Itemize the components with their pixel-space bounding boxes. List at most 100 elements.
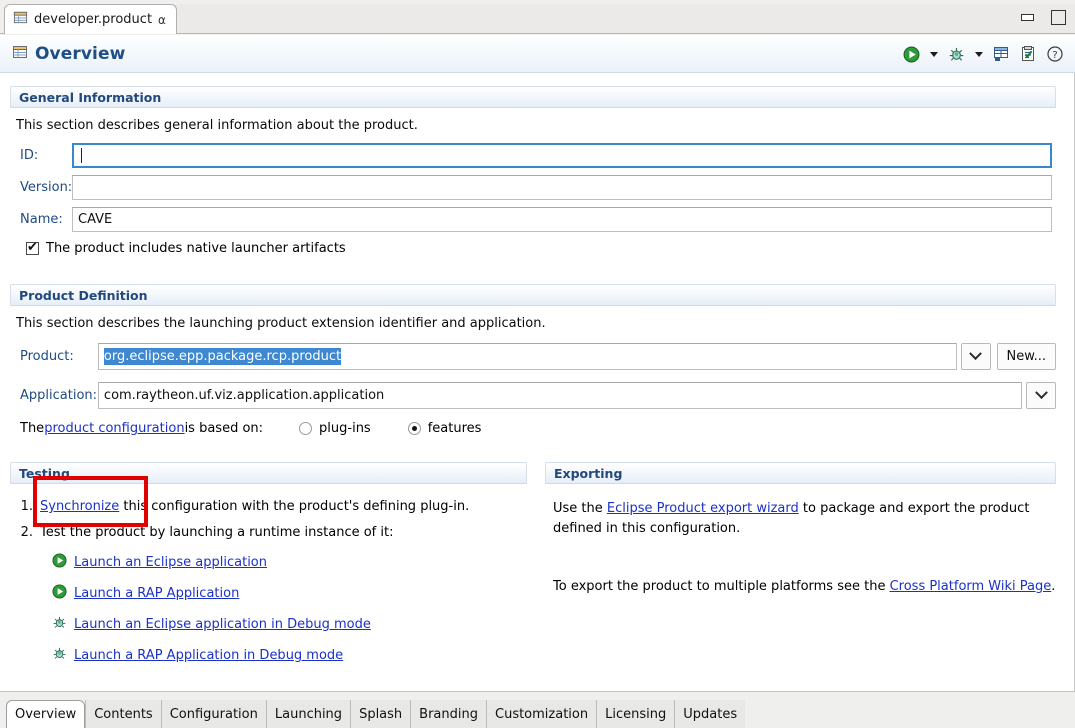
svg-text:?: ?	[1052, 50, 1057, 61]
section-body-testing: 1. Synchronize this configuration with t…	[10, 484, 527, 665]
general-information-description: This section describes general informati…	[16, 118, 418, 133]
maximize-icon[interactable]	[1049, 8, 1066, 25]
field-row-id: ID:	[10, 143, 1056, 168]
tab-overview[interactable]: Overview	[6, 700, 86, 728]
new-product-button[interactable]: New...	[996, 343, 1056, 370]
product-label: Product:	[20, 349, 74, 364]
section-header-product-definition: Product Definition	[10, 284, 1056, 306]
radio-features-label: features	[427, 421, 482, 436]
launch-rap-application-debug-link[interactable]: Launch a RAP Application in Debug mode	[74, 648, 343, 663]
form-layout-icon[interactable]	[989, 42, 1013, 66]
tab-splash[interactable]: Splash	[350, 700, 411, 728]
id-input[interactable]	[72, 143, 1052, 168]
application-combo-value: com.raytheon.uf.viz.application.applicat…	[103, 388, 385, 403]
section-general-information: General Information This section describ…	[10, 86, 1056, 256]
validate-icon[interactable]	[1016, 42, 1040, 66]
debug-icon	[52, 646, 67, 665]
close-icon[interactable]: ⍺	[158, 14, 166, 26]
based-on-prefix: The	[20, 421, 45, 436]
launch-rap-application[interactable]: Launch a RAP Application	[52, 584, 527, 603]
version-input[interactable]	[72, 175, 1052, 200]
export-para1-suffix: to package and export the product	[798, 501, 1030, 516]
name-input[interactable]: CAVE	[72, 207, 1052, 232]
tab-contents[interactable]: Contents	[85, 700, 161, 728]
minimize-icon[interactable]	[1019, 8, 1035, 24]
tab-customization[interactable]: Customization	[486, 700, 597, 728]
step-1-number: 1.	[20, 499, 33, 514]
export-para2-suffix: .	[1051, 579, 1056, 594]
export-para2-prefix: To export the product to multiple platfo…	[553, 579, 890, 594]
debug-icon[interactable]	[944, 42, 968, 66]
page-title: Overview	[35, 43, 126, 64]
page-tab-bar: Overview Contents Configuration Launchin…	[0, 691, 1075, 728]
tab-licensing[interactable]: Licensing	[596, 700, 675, 728]
section-title: Exporting	[554, 465, 623, 481]
application-label: Application:	[20, 388, 98, 403]
launch-rap-application-debug[interactable]: Launch a RAP Application in Debug mode	[52, 646, 527, 665]
editor-tab-label: developer.product	[34, 12, 153, 27]
run-icon[interactable]	[899, 42, 923, 66]
product-combo-input[interactable]: org.eclipse.epp.package.rcp.product	[97, 343, 957, 370]
form-header-toolbar: ?	[899, 35, 1067, 73]
launch-eclipse-application-debug-link[interactable]: Launch an Eclipse application in Debug m…	[74, 617, 371, 632]
section-header-testing: Testing	[10, 462, 527, 484]
product-combo-value: org.eclipse.epp.package.rcp.product	[103, 348, 342, 365]
tab-updates[interactable]: Updates	[674, 700, 746, 728]
section-body-exporting: Use the Eclipse Product export wizard to…	[545, 484, 1056, 597]
synchronize-link[interactable]: Synchronize	[40, 499, 119, 514]
section-testing: Testing 1. Synchronize this configuratio…	[10, 462, 527, 665]
run-dropdown-arrow-icon[interactable]	[926, 42, 941, 66]
field-row-version: Version:	[10, 175, 1056, 200]
help-icon[interactable]: ?	[1043, 42, 1067, 66]
launch-eclipse-application[interactable]: Launch an Eclipse application	[52, 553, 527, 572]
form-header: Overview ?	[0, 35, 1075, 73]
radio-icon-plugins[interactable]	[299, 422, 313, 435]
editor-tab-developer-product[interactable]: developer.product ⍺	[4, 4, 177, 34]
name-input-value: CAVE	[78, 212, 113, 227]
tab-launching[interactable]: Launching	[265, 700, 351, 728]
product-configuration-link[interactable]: product configuration	[44, 421, 184, 436]
field-row-name: Name: CAVE	[10, 207, 1056, 232]
cross-platform-wiki-page-link[interactable]: Cross Platform Wiki Page	[890, 579, 1052, 594]
tab-configuration[interactable]: Configuration	[160, 700, 266, 728]
launch-eclipse-application-link[interactable]: Launch an Eclipse application	[74, 555, 267, 570]
launch-eclipse-application-debug[interactable]: Launch an Eclipse application in Debug m…	[52, 615, 527, 634]
section-title: Product Definition	[19, 287, 148, 303]
section-title: General Information	[19, 89, 162, 105]
native-launcher-checkbox-row[interactable]: The product includes native launcher art…	[10, 240, 1056, 256]
debug-dropdown-arrow-icon[interactable]	[971, 42, 986, 66]
testing-step-2: 2. Test the product by launching a runti…	[16, 525, 527, 540]
application-dropdown-button[interactable]	[1026, 382, 1056, 409]
field-row-product: Product: org.eclipse.epp.package.rcp.pro…	[10, 343, 1056, 370]
product-definition-description: This section describes the launching pro…	[16, 316, 546, 331]
text-caret	[81, 148, 82, 163]
checkbox-icon[interactable]	[26, 240, 39, 255]
chevron-down-icon	[969, 347, 982, 361]
tab-branding[interactable]: Branding	[410, 700, 486, 728]
application-combo-input[interactable]: com.raytheon.uf.viz.application.applicat…	[97, 382, 1023, 409]
step-2-text: Test the product by launching a runtime …	[40, 525, 394, 540]
radio-icon-features[interactable]	[407, 422, 421, 435]
section-body-product-definition: This section describes the launching pro…	[10, 306, 1056, 436]
version-label: Version:	[20, 180, 73, 195]
launch-rap-application-link[interactable]: Launch a RAP Application	[74, 586, 239, 601]
export-para1-prefix: Use the	[553, 501, 607, 516]
radio-features[interactable]: features	[407, 421, 482, 436]
editor-tab-bar: developer.product ⍺	[0, 0, 1075, 34]
native-launcher-checkbox-label: The product includes native launcher art…	[46, 241, 346, 256]
testing-step-1: 1. Synchronize this configuration with t…	[16, 499, 527, 514]
export-para1-line2: defined in this configuration.	[553, 521, 741, 536]
section-title: Testing	[19, 465, 70, 481]
product-dropdown-button[interactable]	[960, 343, 991, 370]
name-label: Name:	[20, 212, 63, 227]
id-label: ID:	[20, 148, 39, 163]
field-row-application: Application: com.raytheon.uf.viz.applica…	[10, 382, 1056, 409]
step-2-number: 2.	[20, 525, 33, 540]
section-body-general-information: This section describes general informati…	[10, 108, 1056, 256]
radio-plugins[interactable]: plug-ins	[299, 421, 371, 436]
product-file-icon	[13, 10, 28, 29]
section-header-exporting: Exporting	[545, 462, 1056, 484]
overview-form-icon	[12, 44, 28, 64]
run-icon	[52, 584, 67, 603]
eclipse-product-export-wizard-link[interactable]: Eclipse Product export wizard	[607, 501, 799, 516]
